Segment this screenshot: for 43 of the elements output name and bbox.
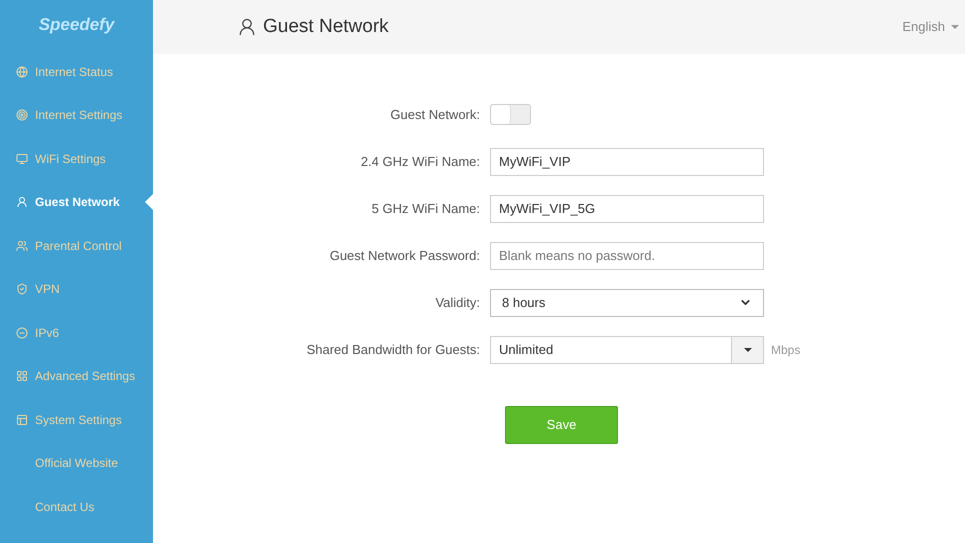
toggle-switch[interactable]: [490, 104, 531, 125]
toggle-knob: [491, 105, 511, 124]
field-label: 2.4 GHz WiFi Name:: [360, 152, 481, 171]
unit-label: Mbps: [771, 342, 800, 358]
nav-item[interactable]: Internet Status: [0, 50, 153, 94]
nav-icon: [16, 283, 28, 296]
caret-icon: [951, 25, 959, 29]
dropdown-button[interactable]: [731, 336, 763, 362]
nav-icon: [16, 152, 28, 165]
validity-dropdown[interactable]: 8 hours: [490, 288, 764, 316]
nav-icon: [16, 196, 28, 208]
field-label: Guest Network:: [389, 106, 481, 124]
selection-pointer: [145, 194, 153, 210]
guest-user-icon: [237, 17, 257, 37]
logo: Speedefy: [38, 14, 116, 36]
field-label: Shared Bandwidth for Guests:: [306, 340, 481, 359]
save-button[interactable]: Save: [505, 406, 618, 444]
nav-icon: [16, 370, 28, 382]
nav-item[interactable]: IPv6: [0, 311, 153, 354]
nav-item[interactable]: System Settings: [0, 398, 153, 442]
language-selector[interactable]: English: [902, 17, 959, 37]
nav-item[interactable]: Parental Control: [0, 224, 153, 268]
nav-item[interactable]: Guest Network: [0, 180, 153, 224]
text-field[interactable]: Blank means no password.: [490, 242, 764, 270]
nav-icon: [16, 414, 28, 426]
text-field[interactable]: MyWiFi_VIP: [490, 148, 764, 176]
nav-item[interactable]: Official Website: [0, 442, 153, 485]
nav-icon: [16, 109, 28, 122]
text-field[interactable]: MyWiFi_VIP_5G: [490, 194, 764, 222]
page-title: Guest Network: [263, 14, 389, 39]
nav-icon: [16, 240, 28, 252]
nav-item[interactable]: WiFi Settings: [0, 137, 153, 180]
nav-item[interactable]: Advanced Settings: [0, 354, 153, 398]
nav-item[interactable]: VPN: [0, 268, 153, 311]
caret-icon: [744, 348, 752, 352]
bandwidth-combo-field[interactable]: Unlimited: [490, 336, 764, 364]
nav-icon: [16, 66, 28, 78]
nav-item[interactable]: Internet Settings: [0, 94, 153, 137]
field-label: Guest Network Password:: [328, 246, 481, 265]
nav-icon: [16, 326, 28, 339]
nav-item[interactable]: Contact Us: [0, 485, 153, 528]
field-label: 5 GHz WiFi Name:: [370, 200, 481, 218]
field-label: Validity:: [434, 294, 481, 312]
